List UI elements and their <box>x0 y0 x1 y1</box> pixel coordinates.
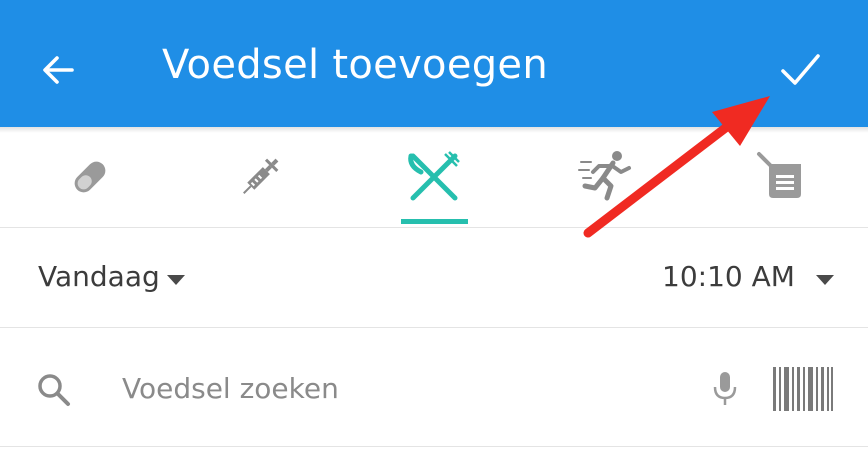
running-icon <box>578 151 631 201</box>
date-time-row: Vandaag 10:10 AM <box>0 229 868 327</box>
tab-notes[interactable] <box>752 147 812 207</box>
search-icon <box>38 374 70 406</box>
pill-icon <box>74 161 106 193</box>
back-button[interactable] <box>38 50 78 90</box>
page-title: Voedsel toevoegen <box>162 42 548 88</box>
active-tab-indicator <box>401 219 468 224</box>
microphone-icon[interactable] <box>712 370 738 408</box>
divider <box>0 446 868 447</box>
app-bar: Voedsel toevoegen <box>0 0 868 127</box>
note-icon <box>757 152 801 198</box>
checkmark-icon <box>781 54 820 85</box>
tab-food[interactable] <box>404 147 464 207</box>
food-search-input[interactable] <box>122 366 682 410</box>
caret-down-icon[interactable] <box>166 274 186 286</box>
tab-insulin[interactable] <box>230 147 290 207</box>
arrow-left-icon <box>43 56 74 84</box>
tab-activity[interactable] <box>576 147 636 207</box>
divider <box>0 227 868 228</box>
fork-knife-icon <box>408 151 460 201</box>
date-selector[interactable]: Vandaag <box>38 260 160 293</box>
tab-medication[interactable] <box>60 147 120 207</box>
divider <box>0 327 868 328</box>
search-row <box>0 330 868 446</box>
barcode-icon[interactable] <box>772 366 834 412</box>
syringe-icon <box>243 158 279 194</box>
confirm-button[interactable] <box>778 48 822 92</box>
caret-down-icon[interactable] <box>815 274 835 286</box>
category-tabs <box>0 133 868 227</box>
time-selector[interactable]: 10:10 AM <box>662 260 795 293</box>
